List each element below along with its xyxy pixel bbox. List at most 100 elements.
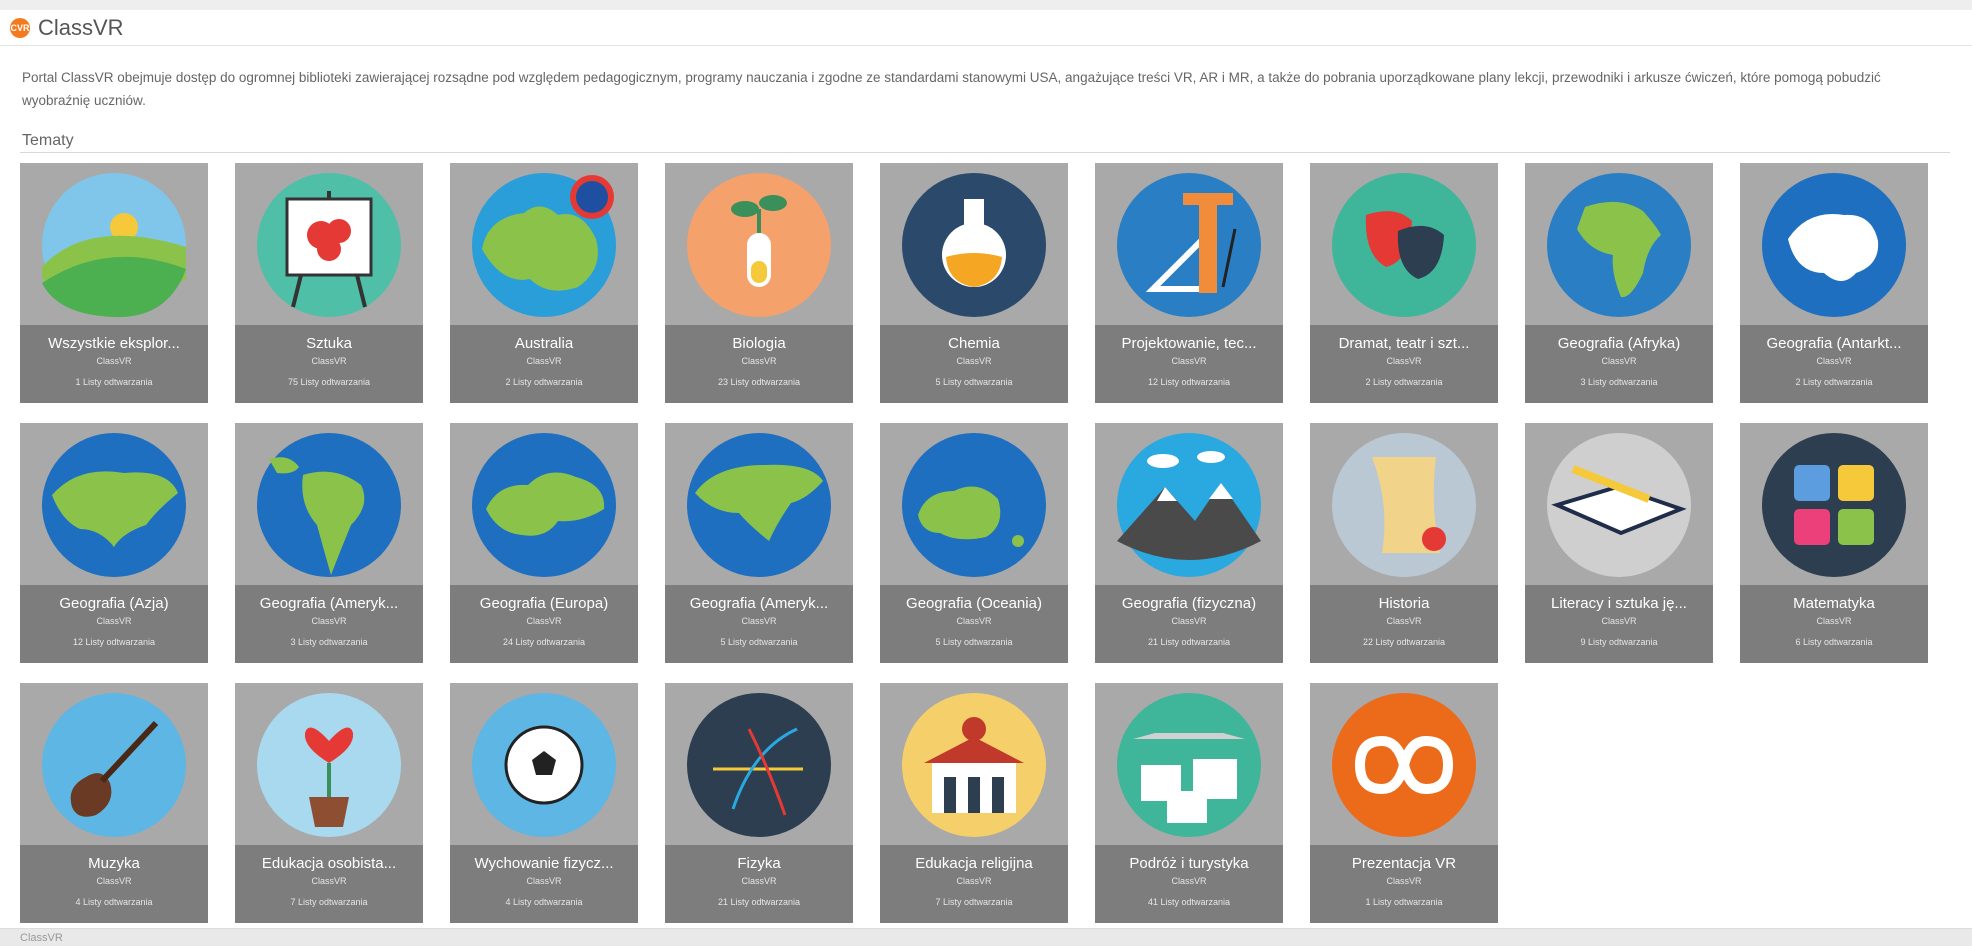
topic-tile[interactable]: Historia ClassVR 22 Listy odtwarzania	[1310, 423, 1498, 663]
topic-tile[interactable]: Literacy i sztuka ję... ClassVR 9 Listy od…	[1525, 423, 1713, 663]
page: CVR ClassVR Portal ClassVR obejmuje dost…	[0, 0, 1972, 946]
topic-name: Geografia (Europa)	[479, 595, 609, 612]
topic-owner: ClassVR	[1386, 876, 1422, 886]
topic-name: Matematyka	[1793, 595, 1875, 612]
topic-tile[interactable]: Sztuka ClassVR 75 Listy odtwarzania	[235, 163, 423, 403]
topic-owner: ClassVR	[956, 356, 992, 366]
topic-playlist-count: 3 Listy odtwarzania	[290, 637, 368, 647]
topic-tile[interactable]: Edukacja osobista... ClassVR 7 Listy odtwa…	[235, 683, 423, 923]
topic-playlist-count: 5 Listy odtwarzania	[935, 637, 1013, 647]
topic-info: Geografia (Afryka) ClassVR 3 Listy odtwarz…	[1525, 325, 1713, 403]
app-header: CVR ClassVR	[0, 10, 1972, 46]
scroll-icon	[1310, 423, 1498, 585]
topic-info: Dramat, teatr i szt... ClassVR 2 Listy odt…	[1310, 325, 1498, 403]
topic-info: Sztuka ClassVR 75 Listy odtwarzania	[235, 325, 423, 403]
topic-playlist-count: 2 Listy odtwarzania	[505, 377, 583, 387]
topic-info: Geografia (fizyczna) ClassVR 21 Listy odtw…	[1095, 585, 1283, 663]
topic-tile[interactable]: Wychowanie fizycz... ClassVR 4 Listy odtwa…	[450, 683, 638, 923]
topic-name: Edukacja osobista...	[261, 855, 397, 872]
topic-playlist-count: 22 Listy odtwarzania	[1362, 637, 1446, 647]
topic-playlist-count: 4 Listy odtwarzania	[505, 897, 583, 907]
topic-tile[interactable]: Geografia (Europa) ClassVR 24 Listy odtwar…	[450, 423, 638, 663]
topic-playlist-count: 1 Listy odtwarzania	[75, 377, 153, 387]
topic-owner: ClassVR	[956, 616, 992, 626]
topic-owner: ClassVR	[96, 356, 132, 366]
classvr-logo: CVR	[10, 17, 30, 38]
topic-name: Geografia (Afryka)	[1557, 335, 1681, 352]
topic-info: Historia ClassVR 22 Listy odtwarzania	[1310, 585, 1498, 663]
guitar-icon	[20, 683, 208, 845]
topic-info: Geografia (Ameryk... ClassVR 5 Listy odtwa…	[665, 585, 853, 663]
topic-tile[interactable]: Podróż i turystyka ClassVR 41 Listy odtwar…	[1095, 683, 1283, 923]
topic-info: Geografia (Ameryk... ClassVR 3 Listy odtwa…	[235, 585, 423, 663]
topic-tile[interactable]: Fizyka ClassVR 21 Listy odtwarzania	[665, 683, 853, 923]
topic-owner: ClassVR	[96, 616, 132, 626]
topic-owner: ClassVR	[741, 356, 777, 366]
topic-name: Geografia (Oceania)	[906, 595, 1042, 612]
topic-name: Podróż i turystyka	[1129, 855, 1249, 872]
topic-tile[interactable]: Edukacja religijna ClassVR 7 Listy odtwarz…	[880, 683, 1068, 923]
topic-info: Geografia (Oceania) ClassVR 5 Listy odtwar…	[880, 585, 1068, 663]
topic-tile[interactable]: Geografia (Azja) ClassVR 12 Listy odtwarza…	[20, 423, 208, 663]
topic-playlist-count: 7 Listy odtwarzania	[290, 897, 368, 907]
topic-name: Geografia (Antarkt...	[1766, 335, 1902, 352]
topic-owner: ClassVR	[1816, 616, 1852, 626]
topic-tile[interactable]: Geografia (Oceania) ClassVR 5 Listy odtwar…	[880, 423, 1068, 663]
africa-map-icon	[1525, 163, 1713, 325]
topic-owner: ClassVR	[1171, 876, 1207, 886]
topic-playlist-count: 21 Listy odtwarzania	[1147, 637, 1231, 647]
topic-info: Matematyka ClassVR 6 Listy odtwarzania	[1740, 585, 1928, 663]
topic-owner: ClassVR	[1816, 356, 1852, 366]
physics-arrows-icon	[665, 683, 853, 845]
topic-name: Geografia (Azja)	[59, 595, 169, 612]
topic-info: Projektowanie, tec... ClassVR 12 Listy odt…	[1095, 325, 1283, 403]
topic-owner: ClassVR	[1171, 356, 1207, 366]
topic-name: Wszystkie eksplor...	[48, 335, 180, 352]
topic-name: Sztuka	[306, 335, 352, 352]
easel-icon	[235, 163, 423, 325]
airplane-photos-icon	[1095, 683, 1283, 845]
topic-name: Fizyka	[737, 855, 781, 872]
topic-playlist-count: 2 Listy odtwarzania	[1365, 377, 1443, 387]
section-divider	[20, 152, 1950, 153]
asia-map-icon	[20, 423, 208, 585]
topic-tile[interactable]: Australia ClassVR 2 Listy odtwarzania	[450, 163, 638, 403]
oceania-map-icon	[880, 423, 1068, 585]
topic-tile[interactable]: Prezentacja VR ClassVR 1 Listy odtwarzania	[1310, 683, 1498, 923]
landscape-icon	[20, 163, 208, 325]
topic-tile[interactable]: Wszystkie eksplor... ClassVR 1 Listy odtwa…	[20, 163, 208, 403]
topic-tile[interactable]: Projektowanie, tec... ClassVR 12 Listy odt…	[1095, 163, 1283, 403]
topic-owner: ClassVR	[1386, 616, 1422, 626]
topic-owner: ClassVR	[956, 876, 992, 886]
heart-plant-icon	[235, 683, 423, 845]
topic-tile[interactable]: Chemia ClassVR 5 Listy odtwarzania	[880, 163, 1068, 403]
temple-icon	[880, 683, 1068, 845]
topic-name: Geografia (Ameryk...	[259, 595, 399, 612]
topic-tile[interactable]: Geografia (Afryka) ClassVR 3 Listy odtwarz…	[1525, 163, 1713, 403]
topic-owner: ClassVR	[311, 876, 347, 886]
topic-playlist-count: 5 Listy odtwarzania	[720, 637, 798, 647]
topic-playlist-count: 24 Listy odtwarzania	[502, 637, 586, 647]
topic-playlist-count: 3 Listy odtwarzania	[1580, 377, 1658, 387]
north-america-map-icon	[665, 423, 853, 585]
topic-tile[interactable]: Geografia (Ameryk... ClassVR 5 Listy odtwa…	[665, 423, 853, 663]
topic-playlist-count: 7 Listy odtwarzania	[935, 897, 1013, 907]
topic-owner: ClassVR	[526, 356, 562, 366]
topic-owner: ClassVR	[1601, 356, 1637, 366]
topic-tile[interactable]: Geografia (Ameryk... ClassVR 3 Listy odtwa…	[235, 423, 423, 663]
topic-info: Prezentacja VR ClassVR 1 Listy odtwarzania	[1310, 845, 1498, 923]
topic-info: Geografia (Antarkt... ClassVR 2 Listy odtw…	[1740, 325, 1928, 403]
topic-playlist-count: 1 Listy odtwarzania	[1365, 897, 1443, 907]
footer-bar: ClassVR	[0, 928, 1972, 946]
topic-tile[interactable]: Biologia ClassVR 23 Listy odtwarzania	[665, 163, 853, 403]
topic-name: Muzyka	[88, 855, 140, 872]
topic-owner: ClassVR	[1601, 616, 1637, 626]
topic-tile[interactable]: Geografia (Antarkt... ClassVR 2 Listy odtw…	[1740, 163, 1928, 403]
topic-tile[interactable]: Dramat, teatr i szt... ClassVR 2 Listy odt…	[1310, 163, 1498, 403]
topic-name: Geografia (fizyczna)	[1121, 595, 1257, 612]
topic-tile[interactable]: Muzyka ClassVR 4 Listy odtwarzania	[20, 683, 208, 923]
topic-tile[interactable]: Geografia (fizyczna) ClassVR 21 Listy odtw…	[1095, 423, 1283, 663]
topic-owner: ClassVR	[741, 616, 777, 626]
topic-tile[interactable]: Matematyka ClassVR 6 Listy odtwarzania	[1740, 423, 1928, 663]
topic-name: Historia	[1378, 595, 1430, 612]
